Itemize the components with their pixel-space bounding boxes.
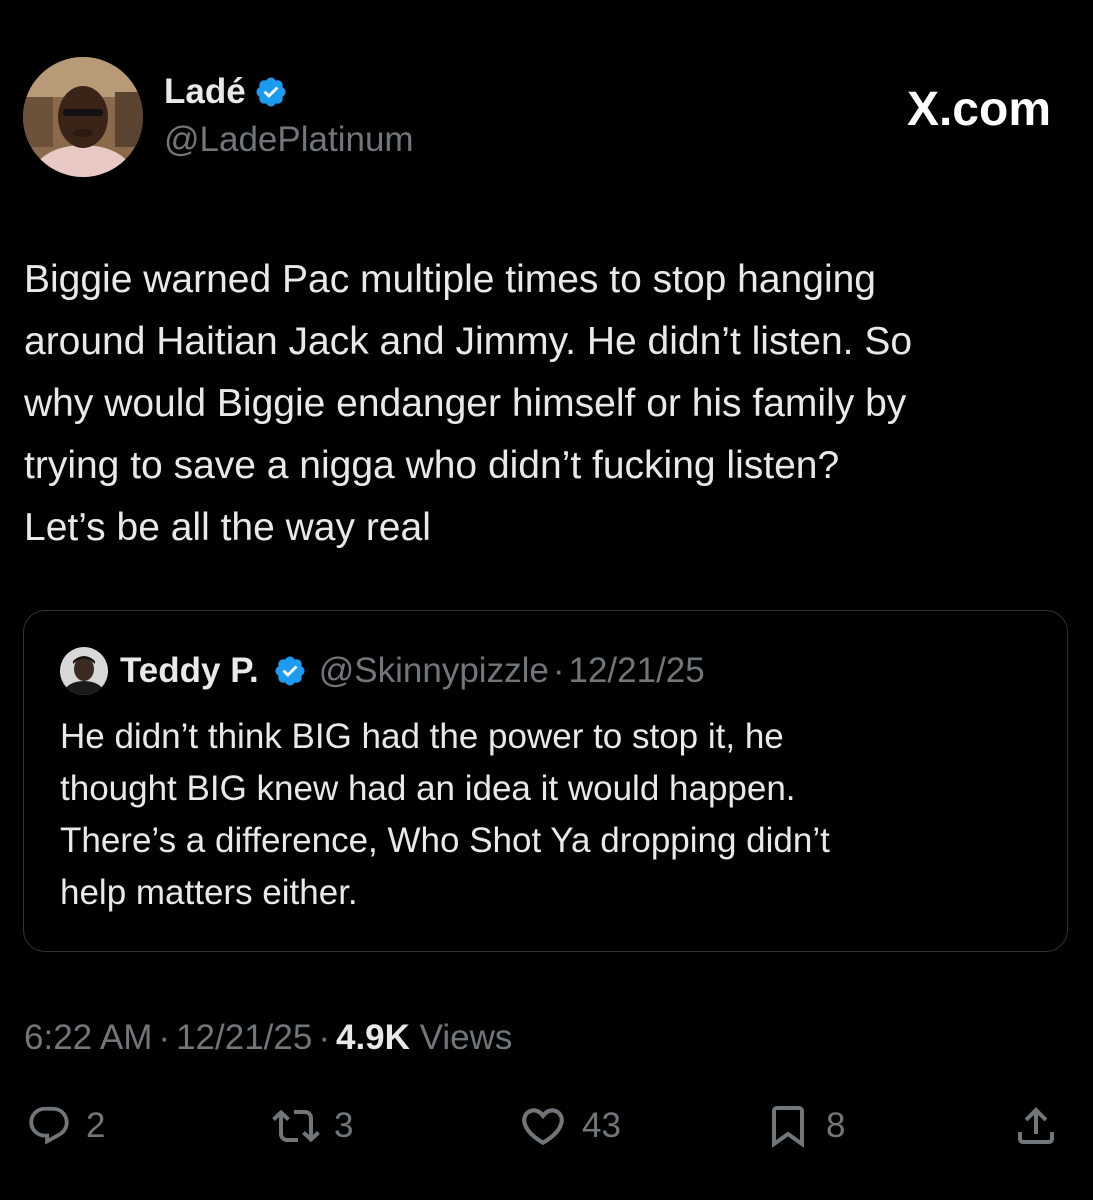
views-count: 4.9K [335, 1018, 410, 1057]
reply-count: 2 [86, 1106, 106, 1145]
reply-button[interactable]: 2 [26, 1102, 105, 1150]
meta-separator: · [158, 1018, 171, 1057]
quoted-tweet-header: Teddy P. @Skinnypizzle · 12/21/25 [60, 647, 705, 695]
reply-icon [26, 1103, 72, 1149]
quoted-separator: · [552, 651, 565, 690]
bookmark-button[interactable]: 8 [764, 1102, 845, 1150]
repost-count: 3 [334, 1106, 354, 1145]
author-name-row: Ladé [164, 70, 288, 114]
tweet-text: Biggie warned Pac multiple times to stop… [24, 258, 913, 549]
tweet-time[interactable]: 6:22 AM [24, 1018, 152, 1057]
quoted-tweet-date[interactable]: 12/21/25 [569, 651, 705, 691]
like-count: 43 [582, 1106, 621, 1145]
site-label: X.com [906, 83, 1051, 136]
like-icon [518, 1101, 568, 1151]
quoted-tweet-card[interactable]: Teddy P. @Skinnypizzle · 12/21/25 He did… [23, 610, 1068, 952]
quoted-tweet-text: He didn’t think BIG had the power to sto… [60, 717, 830, 912]
author-name[interactable]: Ladé [164, 72, 246, 112]
views-label: Views [419, 1018, 513, 1057]
repost-icon [272, 1102, 320, 1150]
repost-button[interactable]: 3 [272, 1102, 353, 1150]
tweet-meta: 6:22 AM · 12/21/25 · 4.9K Views [24, 1018, 512, 1058]
quoted-author-avatar[interactable] [60, 647, 108, 695]
share-icon [1012, 1102, 1060, 1150]
verified-badge-icon [254, 75, 288, 109]
share-button[interactable] [1012, 1102, 1060, 1150]
author-avatar[interactable] [23, 57, 143, 177]
like-button[interactable]: 43 [518, 1102, 621, 1150]
quoted-verified-badge-icon [259, 654, 319, 688]
bookmark-count: 8 [826, 1106, 846, 1145]
tweet-date[interactable]: 12/21/25 [176, 1018, 312, 1057]
quoted-author-name[interactable]: Teddy P. [120, 651, 259, 691]
bookmark-icon [764, 1102, 812, 1150]
meta-separator: · [318, 1018, 330, 1057]
quoted-author-handle[interactable]: @Skinnypizzle [319, 651, 549, 691]
author-handle[interactable]: @LadePlatinum [164, 120, 414, 160]
